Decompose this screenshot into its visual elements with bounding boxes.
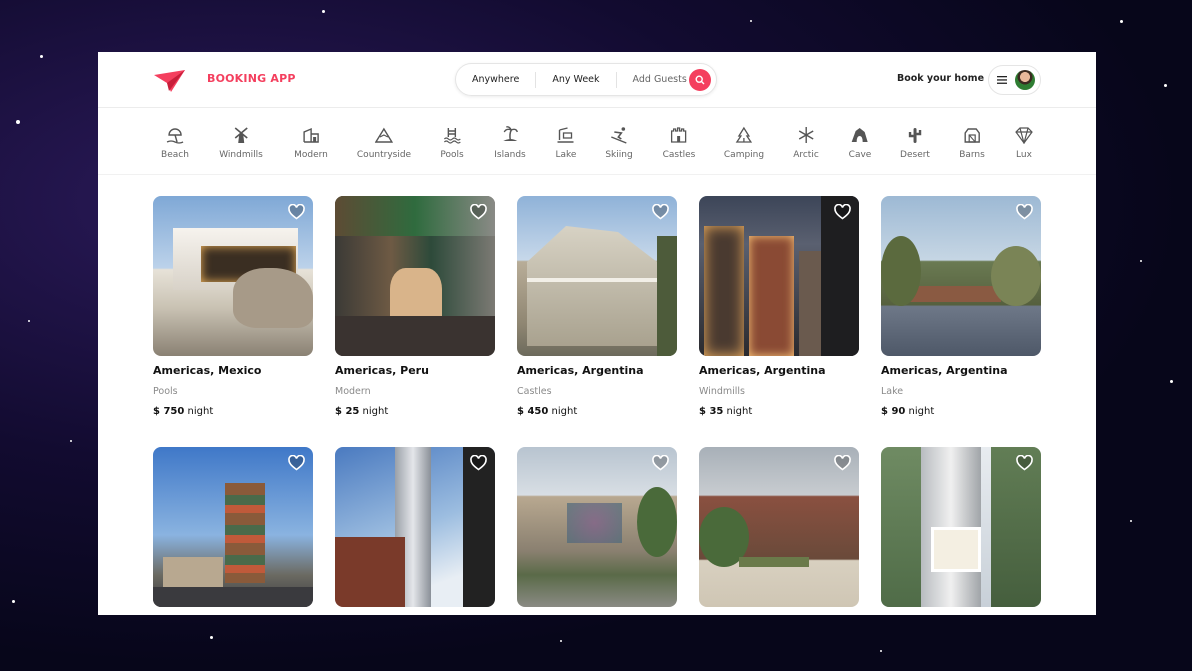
windmill-icon [234, 127, 248, 143]
search-anywhere[interactable]: Anywhere [456, 74, 535, 85]
listing-photo[interactable] [517, 196, 677, 356]
category-desert[interactable]: Desert [900, 126, 930, 160]
listing-category: Lake [881, 386, 904, 397]
listing-card[interactable]: Americas, Argentina Castles $ 450 night [517, 196, 677, 417]
pool-icon [443, 128, 461, 144]
heart-icon[interactable] [1016, 204, 1033, 220]
listing-category: Pools [153, 386, 178, 397]
heart-icon[interactable] [1016, 455, 1033, 471]
hamburger-icon [997, 76, 1007, 84]
category-camping[interactable]: Camping [724, 126, 764, 160]
listing-price: $ 450 night [517, 406, 578, 417]
listing-card[interactable] [699, 447, 859, 607]
listing-location: Americas, Argentina [881, 364, 1008, 377]
skiing-icon [610, 127, 627, 144]
category-windmills[interactable]: Windmills [219, 126, 263, 160]
avatar[interactable] [1015, 70, 1035, 90]
booking-app-window: BOOKING APP Anywhere Any Week Add Guests… [98, 52, 1096, 615]
listing-location: Americas, Argentina [517, 364, 644, 377]
search-icon [695, 75, 705, 85]
mountain-icon [374, 127, 393, 143]
heart-icon[interactable] [834, 455, 851, 471]
search-bar[interactable]: Anywhere Any Week Add Guests [455, 63, 717, 96]
camping-icon [735, 126, 753, 143]
castle-icon [671, 127, 687, 143]
listing-photo[interactable] [153, 447, 313, 607]
category-lux[interactable]: Lux [1015, 126, 1033, 160]
category-castles[interactable]: Castles [663, 126, 695, 160]
barn-icon [964, 128, 980, 143]
listing-category: Castles [517, 386, 552, 397]
listing-location: Americas, Mexico [153, 364, 262, 377]
heart-icon[interactable] [470, 204, 487, 220]
heart-icon[interactable] [288, 455, 305, 471]
listing-card[interactable]: Americas, Mexico Pools $ 750 night [153, 196, 313, 417]
brand-name[interactable]: BOOKING APP [207, 72, 296, 85]
listing-photo[interactable] [881, 196, 1041, 356]
book-your-home-link[interactable]: Book your home [897, 73, 984, 84]
cave-icon [851, 128, 868, 142]
listing-category: Windmills [699, 386, 745, 397]
listing-card[interactable]: Americas, Argentina Windmills $ 35 night [699, 196, 859, 417]
heart-icon[interactable] [470, 455, 487, 471]
category-arctic[interactable]: Arctic [793, 126, 819, 160]
lake-icon [558, 127, 574, 143]
category-skiing[interactable]: Skiing [605, 126, 633, 160]
listing-photo[interactable] [153, 196, 313, 356]
listing-price: $ 25 night [335, 406, 389, 417]
category-bar: Beach Windmills Modern Countryside Pools… [98, 108, 1096, 175]
search-any-week[interactable]: Any Week [535, 71, 615, 88]
listing-card[interactable]: Americas, Peru Modern $ 25 night [335, 196, 495, 417]
category-islands[interactable]: Islands [494, 126, 526, 160]
user-menu-button[interactable] [988, 65, 1041, 95]
listing-photo[interactable] [881, 447, 1041, 607]
heart-icon[interactable] [652, 455, 669, 471]
heart-icon[interactable] [834, 204, 851, 220]
snowflake-icon [798, 127, 814, 143]
paper-plane-icon[interactable] [154, 70, 185, 92]
listing-photo[interactable] [335, 196, 495, 356]
search-button[interactable] [689, 69, 711, 91]
listing-card[interactable] [335, 447, 495, 607]
diamond-icon [1015, 127, 1033, 144]
listing-location: Americas, Peru [335, 364, 429, 377]
listing-price: $ 750 night [153, 406, 214, 417]
search-add-guests[interactable]: Add Guests [615, 71, 695, 88]
beach-icon [166, 128, 184, 144]
listing-card[interactable] [517, 447, 677, 607]
listing-photo[interactable] [699, 447, 859, 607]
listing-card[interactable]: Americas, Argentina Lake $ 90 night [881, 196, 1041, 417]
modern-icon [303, 127, 319, 143]
category-cave[interactable]: Cave [849, 126, 871, 160]
listing-card[interactable] [153, 447, 313, 607]
listing-card[interactable] [881, 447, 1041, 607]
category-lake[interactable]: Lake [556, 126, 576, 160]
category-barns[interactable]: Barns [959, 126, 985, 160]
listing-photo[interactable] [335, 447, 495, 607]
listing-price: $ 35 night [699, 406, 753, 417]
listing-location: Americas, Argentina [699, 364, 826, 377]
listing-photo[interactable] [699, 196, 859, 356]
heart-icon[interactable] [288, 204, 305, 220]
top-navbar: BOOKING APP Anywhere Any Week Add Guests… [98, 52, 1096, 108]
category-modern[interactable]: Modern [294, 126, 328, 160]
island-icon [503, 126, 518, 141]
category-pools[interactable]: Pools [440, 126, 464, 160]
cactus-icon [908, 128, 922, 143]
category-beach[interactable]: Beach [161, 126, 189, 160]
listing-photo[interactable] [517, 447, 677, 607]
heart-icon[interactable] [652, 204, 669, 220]
category-countryside[interactable]: Countryside [357, 126, 411, 160]
listing-category: Modern [335, 386, 371, 397]
listing-price: $ 90 night [881, 406, 935, 417]
